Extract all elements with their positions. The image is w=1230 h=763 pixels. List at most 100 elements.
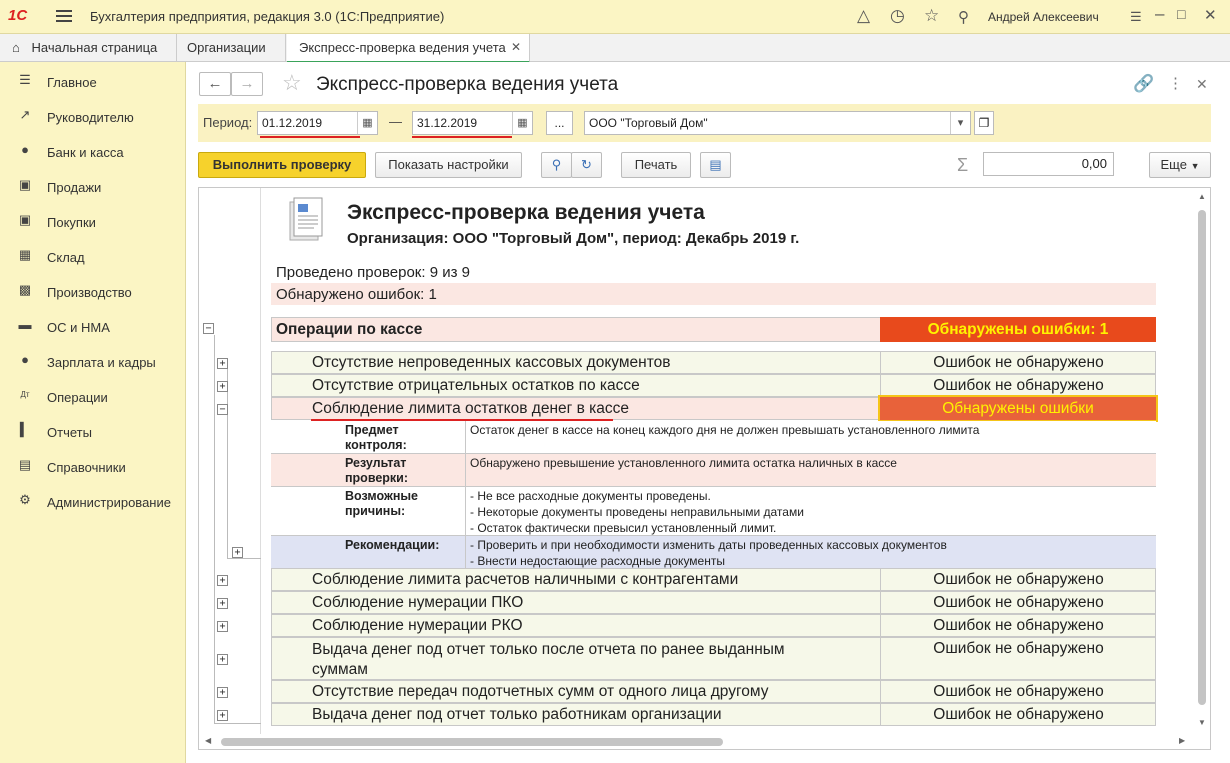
sidebar-item-salary[interactable]: ● Зарплата и кадры (0, 345, 186, 380)
close-tab-icon[interactable]: ✕ (511, 34, 521, 61)
forward-button[interactable]: → (231, 72, 263, 96)
user-name[interactable]: Андрей Алексеевич (988, 10, 1099, 24)
settings-menu-icon[interactable]: ☰ (1130, 9, 1142, 25)
calendar-icon[interactable]: ▦ (357, 112, 377, 134)
preview-button[interactable]: ▤ (700, 152, 731, 178)
check-row[interactable]: Отсутствие передач подотчетных сумм от о… (271, 680, 1156, 703)
expand-detail-toggle[interactable]: + (232, 547, 243, 558)
menu-icon: ☰ (19, 72, 31, 87)
expand-row-toggle[interactable]: + (217, 381, 228, 392)
check-row[interactable]: Соблюдение лимита расчетов наличными с к… (271, 568, 1156, 591)
notifications-icon[interactable]: △ (857, 6, 870, 26)
check-name: Отсутствие передач подотчетных сумм от о… (312, 683, 769, 700)
date-from-value: 01.12.2019 (262, 116, 323, 130)
check-row[interactable]: Соблюдение нумерации ПКО Ошибок не обнару… (271, 591, 1156, 614)
scroll-up-icon[interactable]: ▲ (1198, 192, 1206, 201)
more-vertical-icon[interactable]: ⋮ (1168, 74, 1183, 92)
chevron-down-icon[interactable]: ▾ (950, 112, 970, 134)
print-button[interactable]: Печать (621, 152, 691, 178)
date-from-field[interactable]: 01.12.2019 ▦ (257, 111, 378, 135)
check-row[interactable]: Выдача денег под отчет только работникам… (271, 703, 1156, 726)
sidebar-item-label: Покупки (47, 215, 96, 230)
favorites-icon[interactable]: ☆ (924, 6, 939, 26)
horizontal-scroll-thumb[interactable] (221, 738, 723, 746)
scroll-right-icon[interactable]: ▶ (1179, 736, 1185, 745)
sidebar-item-catalogs[interactable]: ▤ Справочники (0, 450, 186, 485)
sidebar-item-operations[interactable]: Дт Операции (0, 380, 186, 415)
check-row[interactable]: Соблюдение нумерации РКО Ошибок не обнару… (271, 614, 1156, 637)
back-button[interactable]: ← (199, 72, 231, 96)
open-organization-button[interactable]: ❐ (974, 111, 994, 135)
tab-home[interactable]: ⌂ Начальная страница (0, 34, 177, 62)
more-button[interactable]: Еще ▼ (1149, 152, 1211, 178)
expand-row-toggle[interactable]: + (217, 710, 228, 721)
vertical-scrollbar[interactable]: ▲ ▼ (1194, 188, 1210, 734)
check-status: Ошибок не обнаружено (880, 615, 1156, 636)
sidebar-item-label: Склад (47, 250, 85, 265)
check-row[interactable]: Отсутствие отрицательных остатков по кас… (271, 374, 1156, 397)
maximize-icon[interactable]: □ (1177, 6, 1185, 22)
check-name: Соблюдение лимита расчетов наличными с к… (312, 571, 739, 588)
print-preview-icon: ▤ (709, 157, 722, 172)
sidebar-item-admin[interactable]: ⚙ Администрирование (0, 485, 186, 520)
check-row-error[interactable]: Соблюдение лимита остатков денег в кассе… (271, 395, 1158, 422)
scroll-left-icon[interactable]: ◀ (205, 736, 211, 745)
sidebar-item-bank[interactable]: ● Банк и касса (0, 135, 186, 170)
period-select-button[interactable]: ... (546, 111, 573, 135)
expand-row-toggle[interactable]: + (217, 358, 228, 369)
expand-row-toggle[interactable]: + (217, 575, 228, 586)
expand-row-toggle[interactable]: + (217, 621, 228, 632)
sidebar-item-label: Операции (47, 390, 108, 405)
tab-express-check[interactable]: Экспресс-проверка ведения учета ✕ (287, 34, 530, 63)
date-to-field[interactable]: 31.12.2019 ▦ (412, 111, 533, 135)
refresh-button[interactable]: ↻ (571, 152, 602, 178)
calendar-icon[interactable]: ▦ (512, 112, 532, 134)
sum-field[interactable]: 0,00 (983, 152, 1114, 176)
sidebar-item-manager[interactable]: ↗ Руководителю (0, 100, 186, 135)
check-row[interactable]: Выдача денег под отчет только после отче… (271, 637, 1156, 680)
sigma-icon: Σ (957, 155, 969, 175)
sidebar-item-assets[interactable]: ▬ ОС и НМА (0, 310, 186, 345)
app-logo: 1С (8, 7, 28, 24)
find-button[interactable]: ⚲ (541, 152, 572, 178)
trend-icon: ↗ (19, 107, 31, 122)
horizontal-scrollbar[interactable]: ◀ ▶ (199, 734, 1210, 749)
show-settings-button[interactable]: Показать настройки (375, 152, 522, 178)
collapse-section-toggle[interactable]: − (203, 323, 214, 334)
sidebar-item-warehouse[interactable]: ▦ Склад (0, 240, 186, 275)
main-menu-icon[interactable] (56, 10, 72, 22)
sidebar-item-production[interactable]: ▩ Производство (0, 275, 186, 310)
sidebar-item-purchases[interactable]: ▣ Покупки (0, 205, 186, 240)
favorite-star-icon[interactable]: ☆ (282, 70, 302, 96)
expand-row-toggle[interactable]: + (217, 687, 228, 698)
close-form-icon[interactable]: ✕ (1196, 76, 1208, 93)
detail-key: Рекомендации: (345, 538, 440, 552)
search-icon[interactable]: ⚲ (958, 8, 969, 26)
scroll-down-icon[interactable]: ▼ (1198, 718, 1206, 727)
sidebar-item-reports[interactable]: ▍ Отчеты (0, 415, 186, 450)
report-area[interactable]: − + + − + + + + + + + Экспресс-проверка … (198, 187, 1211, 750)
vertical-scroll-thumb[interactable] (1198, 210, 1206, 705)
expand-row-toggle[interactable]: + (217, 654, 228, 665)
link-icon[interactable]: 🔗 (1133, 74, 1154, 94)
check-status: Ошибок не обнаружено (880, 638, 1156, 679)
run-check-button[interactable]: Выполнить проверку (198, 152, 366, 178)
sidebar-item-sales[interactable]: ▣ Продажи (0, 170, 186, 205)
minimize-icon[interactable]: – (1155, 4, 1164, 24)
close-icon[interactable]: ✕ (1204, 6, 1217, 24)
check-name: Соблюдение лимита остатков денег в кассе (312, 400, 630, 417)
history-icon[interactable]: ◷ (890, 6, 905, 26)
tab-organizations[interactable]: Организации (177, 34, 286, 62)
sidebar-item-label: Продажи (47, 180, 102, 195)
organization-field[interactable]: ООО "Торговый Дом" ▾ (584, 111, 971, 135)
check-row[interactable]: Отсутствие непроведенных кассовых докуме… (271, 351, 1156, 374)
sidebar: ☰ Главное ↗ Руководителю ● Банк и касса ▣ Пр… (0, 62, 186, 763)
errors-found-text: Обнаружено ошибок: 1 (276, 286, 437, 303)
collapse-row-toggle[interactable]: − (217, 404, 228, 415)
sidebar-item-main[interactable]: ☰ Главное (0, 65, 186, 100)
section-header[interactable]: Операции по кассе Обнаружены ошибки: 1 (271, 317, 1156, 342)
grouping-gutter: − + + − + + + + + + + (199, 188, 261, 734)
expand-row-toggle[interactable]: + (217, 598, 228, 609)
bar-chart-icon: ▍ (20, 422, 30, 437)
organization-value: ООО "Торговый Дом" (589, 116, 708, 130)
